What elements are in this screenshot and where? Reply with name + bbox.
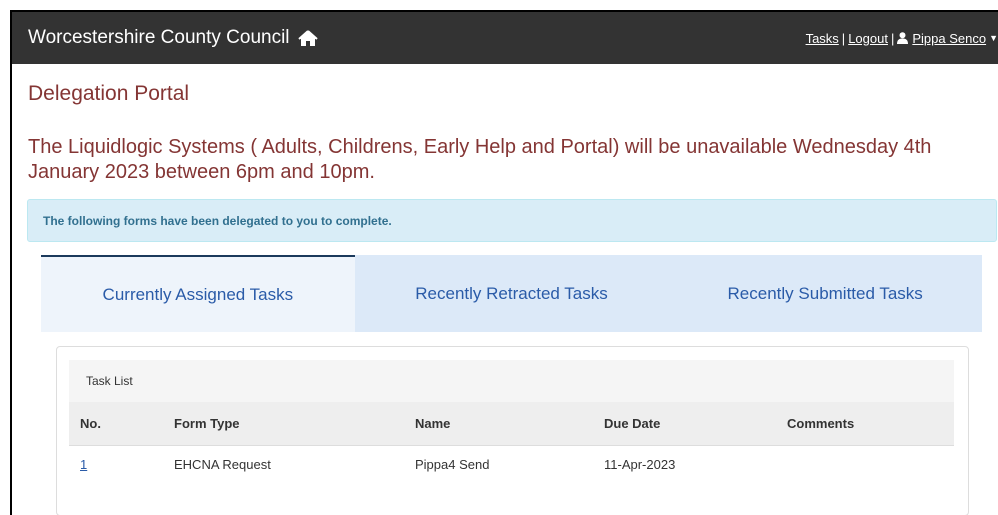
- user-icon: [897, 32, 909, 44]
- nav-separator: |: [841, 30, 846, 46]
- cell-comments: [787, 445, 954, 484]
- column-header-name: Name: [415, 402, 604, 446]
- tab-recently-submitted[interactable]: Recently Submitted Tasks: [668, 255, 983, 332]
- task-tabs: Currently Assigned Tasks Recently Retrac…: [41, 255, 983, 332]
- page-title: Delegation Portal: [28, 82, 190, 105]
- brand[interactable]: Worcestershire County Council: [28, 27, 318, 49]
- logout-link[interactable]: Logout: [848, 31, 888, 46]
- top-navbar: Worcestershire County Council Tasks | Lo…: [12, 12, 998, 64]
- info-alert-text: The following forms have been delegated …: [43, 213, 392, 228]
- cell-no: 1: [69, 445, 174, 484]
- cell-form-type: EHCNA Request: [174, 457, 271, 472]
- user-menu-toggle[interactable]: Pippa Senco: [912, 31, 986, 46]
- user-nav: Tasks | Logout | Pippa Senco ▼: [806, 31, 998, 46]
- cell-due-date: 11-Apr-2023: [604, 457, 676, 472]
- tasks-link[interactable]: Tasks: [806, 31, 839, 46]
- tab-currently-assigned[interactable]: Currently Assigned Tasks: [41, 255, 355, 332]
- caret-down-icon[interactable]: ▼: [989, 33, 998, 43]
- column-header-comments: Comments: [787, 402, 954, 446]
- task-link[interactable]: 1: [80, 457, 87, 472]
- column-header-due-date: Due Date: [604, 402, 787, 446]
- cell-name: Pippa4 Send: [415, 457, 490, 472]
- task-list-container: Task List No. Form Type Name Due Date Co…: [69, 360, 954, 484]
- table-row: 1 EHCNA Request Pippa4 Send 11-Apr-2023: [69, 445, 954, 484]
- info-alert: The following forms have been delegated …: [27, 199, 997, 242]
- task-list-panel: Task List No. Form Type Name Due Date Co…: [56, 346, 969, 515]
- column-header-no: No.: [69, 402, 174, 446]
- brand-name: Worcestershire County Council: [28, 27, 290, 48]
- app-frame: Worcestershire County Council Tasks | Lo…: [10, 10, 998, 515]
- home-icon[interactable]: [297, 29, 318, 47]
- nav-separator: |: [890, 30, 895, 46]
- system-announcement: The Liquidlogic Systems ( Adults, Childr…: [28, 136, 932, 183]
- column-header-form-type: Form Type: [174, 402, 415, 446]
- tab-recently-retracted[interactable]: Recently Retracted Tasks: [354, 255, 669, 332]
- task-list-heading: Task List: [69, 360, 954, 402]
- table-header-row: No. Form Type Name Due Date Comments: [69, 402, 954, 446]
- task-table: No. Form Type Name Due Date Comments 1 E…: [69, 402, 954, 484]
